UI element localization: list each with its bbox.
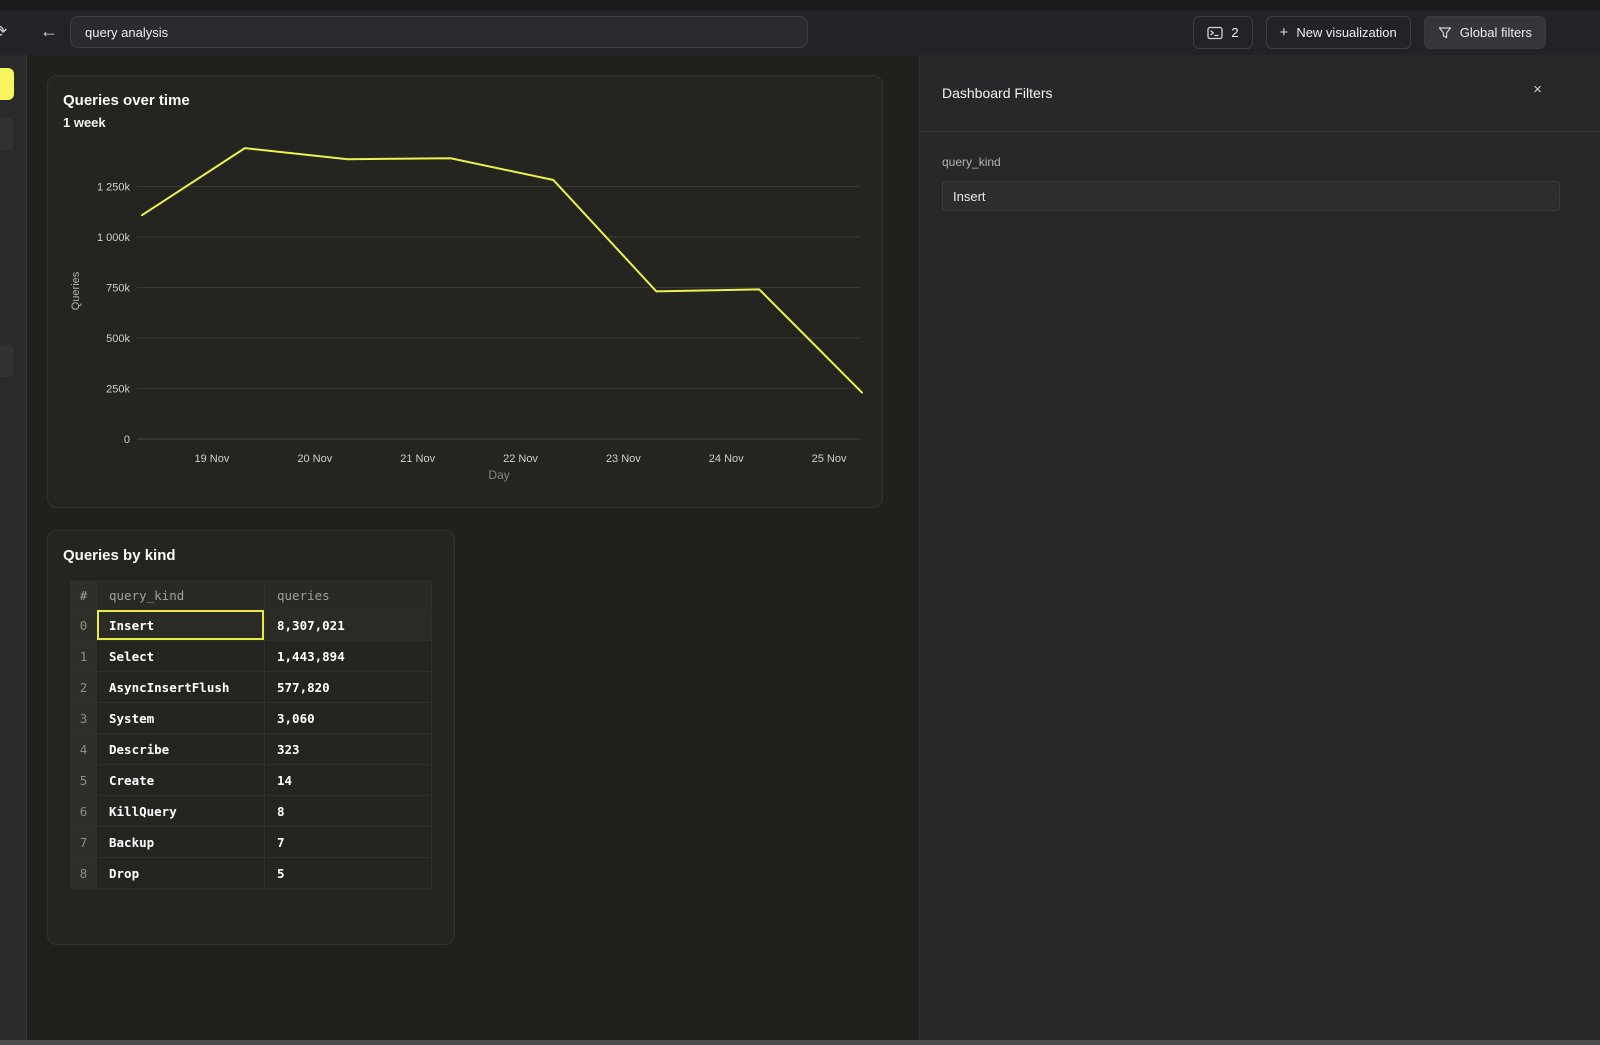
query-kind-cell[interactable]: Drop: [97, 858, 265, 889]
y-tick-label: 750k: [106, 283, 130, 295]
query-kind-cell[interactable]: AsyncInsertFlush: [97, 672, 265, 703]
column-header-queries[interactable]: queries: [265, 582, 432, 610]
x-tick-label: 19 Nov: [195, 453, 230, 465]
x-tick-label: 22 Nov: [503, 453, 538, 465]
table-row: 3System3,060: [71, 703, 432, 734]
y-tick-label: 500k: [106, 333, 130, 345]
close-icon[interactable]: ×: [1533, 81, 1542, 98]
y-tick-label: 1 250k: [97, 182, 131, 194]
queries-series-line: [142, 148, 862, 392]
bottom-strip: [0, 1040, 1600, 1045]
y-axis-title: Queries: [70, 271, 82, 310]
row-index-cell: 8: [71, 858, 97, 889]
queries-value-cell[interactable]: 8: [265, 796, 432, 827]
table-body: 0Insert8,307,0211Select1,443,8942AsyncIn…: [71, 610, 432, 889]
table-row: 5Create14: [71, 765, 432, 796]
table-row: 2AsyncInsertFlush577,820: [71, 672, 432, 703]
queries-value-cell[interactable]: 8,307,021: [265, 610, 432, 641]
x-tick-label: 24 Nov: [709, 453, 744, 465]
x-tick-label: 23 Nov: [606, 453, 641, 465]
table-row: 6KillQuery8: [71, 796, 432, 827]
queries-value-cell[interactable]: 1,443,894: [265, 641, 432, 672]
filters-panel-header: Dashboard Filters ×: [920, 55, 1600, 132]
row-index-cell: 7: [71, 827, 97, 858]
x-axis-title: Day: [488, 468, 509, 482]
query-kind-filter-input[interactable]: [942, 181, 1560, 211]
row-index-cell: 3: [71, 703, 97, 734]
filters-panel-title: Dashboard Filters: [942, 85, 1053, 101]
query-kind-cell[interactable]: Select: [97, 641, 265, 672]
queries-value-cell[interactable]: 5: [265, 858, 432, 889]
table-row: 1Select1,443,894: [71, 641, 432, 672]
new-visualization-button[interactable]: + New visualization: [1266, 16, 1411, 49]
console-count-button[interactable]: 2: [1193, 16, 1252, 49]
row-index-cell: 2: [71, 672, 97, 703]
rail-item-3[interactable]: [0, 345, 14, 377]
query-kind-cell[interactable]: Insert: [97, 610, 265, 641]
queries-by-kind-card: Queries by kind #query_kindqueries 0Inse…: [47, 530, 455, 945]
table-title: Queries by kind: [63, 547, 176, 564]
column-header-query_kind[interactable]: query_kind: [97, 582, 265, 610]
global-filters-button[interactable]: Global filters: [1424, 16, 1546, 49]
new-visualization-label: New visualization: [1296, 25, 1396, 40]
query-kind-cell[interactable]: KillQuery: [97, 796, 265, 827]
queries-value-cell[interactable]: 577,820: [265, 672, 432, 703]
query-kind-cell[interactable]: Backup: [97, 827, 265, 858]
queries-value-cell[interactable]: 7: [265, 827, 432, 858]
dashboard-title-input[interactable]: [70, 16, 808, 48]
row-index-cell: 5: [71, 765, 97, 796]
top-bar: ⟳ ← 2 + New visualization: [0, 10, 1600, 56]
x-tick-label: 25 Nov: [812, 453, 847, 465]
dashboard-filters-panel: Dashboard Filters × query_kind: [919, 55, 1600, 1040]
table-row: 0Insert8,307,021: [71, 610, 432, 641]
queries-line-chart: 0 250k 500k 750k 1 000k 1 250k 19 Nov 20 Nov 21 …: [48, 76, 884, 509]
row-index-cell: 6: [71, 796, 97, 827]
query-kind-cell[interactable]: System: [97, 703, 265, 734]
queries-over-time-card: Queries over time 1 week 0250k500k750k1 …: [47, 75, 883, 508]
rail-item-2[interactable]: [0, 118, 14, 150]
rail-item-active[interactable]: [0, 68, 14, 100]
topbar-actions: 2 + New visualization Global filters: [1193, 16, 1546, 49]
table-row: 8Drop5: [71, 858, 432, 889]
column-header-index[interactable]: #: [71, 582, 97, 610]
console-icon: [1207, 26, 1223, 40]
queries-by-kind-table: #query_kindqueries 0Insert8,307,0211Sele…: [70, 581, 432, 889]
y-tick-label: 1 000k: [97, 232, 131, 244]
queries-value-cell[interactable]: 3,060: [265, 703, 432, 734]
history-refresh-icon[interactable]: ⟳: [0, 22, 7, 42]
query-kind-cell[interactable]: Create: [97, 765, 265, 796]
table-header: #query_kindqueries: [71, 582, 432, 610]
y-tick-label: 250k: [106, 384, 130, 396]
table-row: 4Describe323: [71, 734, 432, 765]
row-index-cell: 0: [71, 610, 97, 641]
row-index-cell: 1: [71, 641, 97, 672]
row-index-cell: 4: [71, 734, 97, 765]
query-kind-cell[interactable]: Describe: [97, 734, 265, 765]
console-count-label: 2: [1231, 25, 1238, 40]
x-tick-label: 20 Nov: [297, 453, 332, 465]
plus-icon: +: [1280, 24, 1289, 41]
queries-value-cell[interactable]: 323: [265, 734, 432, 765]
global-filters-label: Global filters: [1460, 25, 1532, 40]
table-header-row: #query_kindqueries: [71, 582, 432, 610]
left-rail: [0, 55, 27, 1040]
y-tick-label: 0: [124, 434, 130, 446]
x-tick-label: 21 Nov: [400, 453, 435, 465]
filter-field-label: query_kind: [942, 155, 1001, 169]
back-arrow-icon[interactable]: ←: [40, 21, 58, 42]
funnel-icon: [1438, 26, 1452, 40]
table-row: 7Backup7: [71, 827, 432, 858]
queries-value-cell[interactable]: 14: [265, 765, 432, 796]
dashboard-canvas: Queries over time 1 week 0250k500k750k1 …: [27, 55, 919, 1040]
dashboard-app-window: ⟳ ← 2 + New visualization: [0, 0, 1600, 1045]
